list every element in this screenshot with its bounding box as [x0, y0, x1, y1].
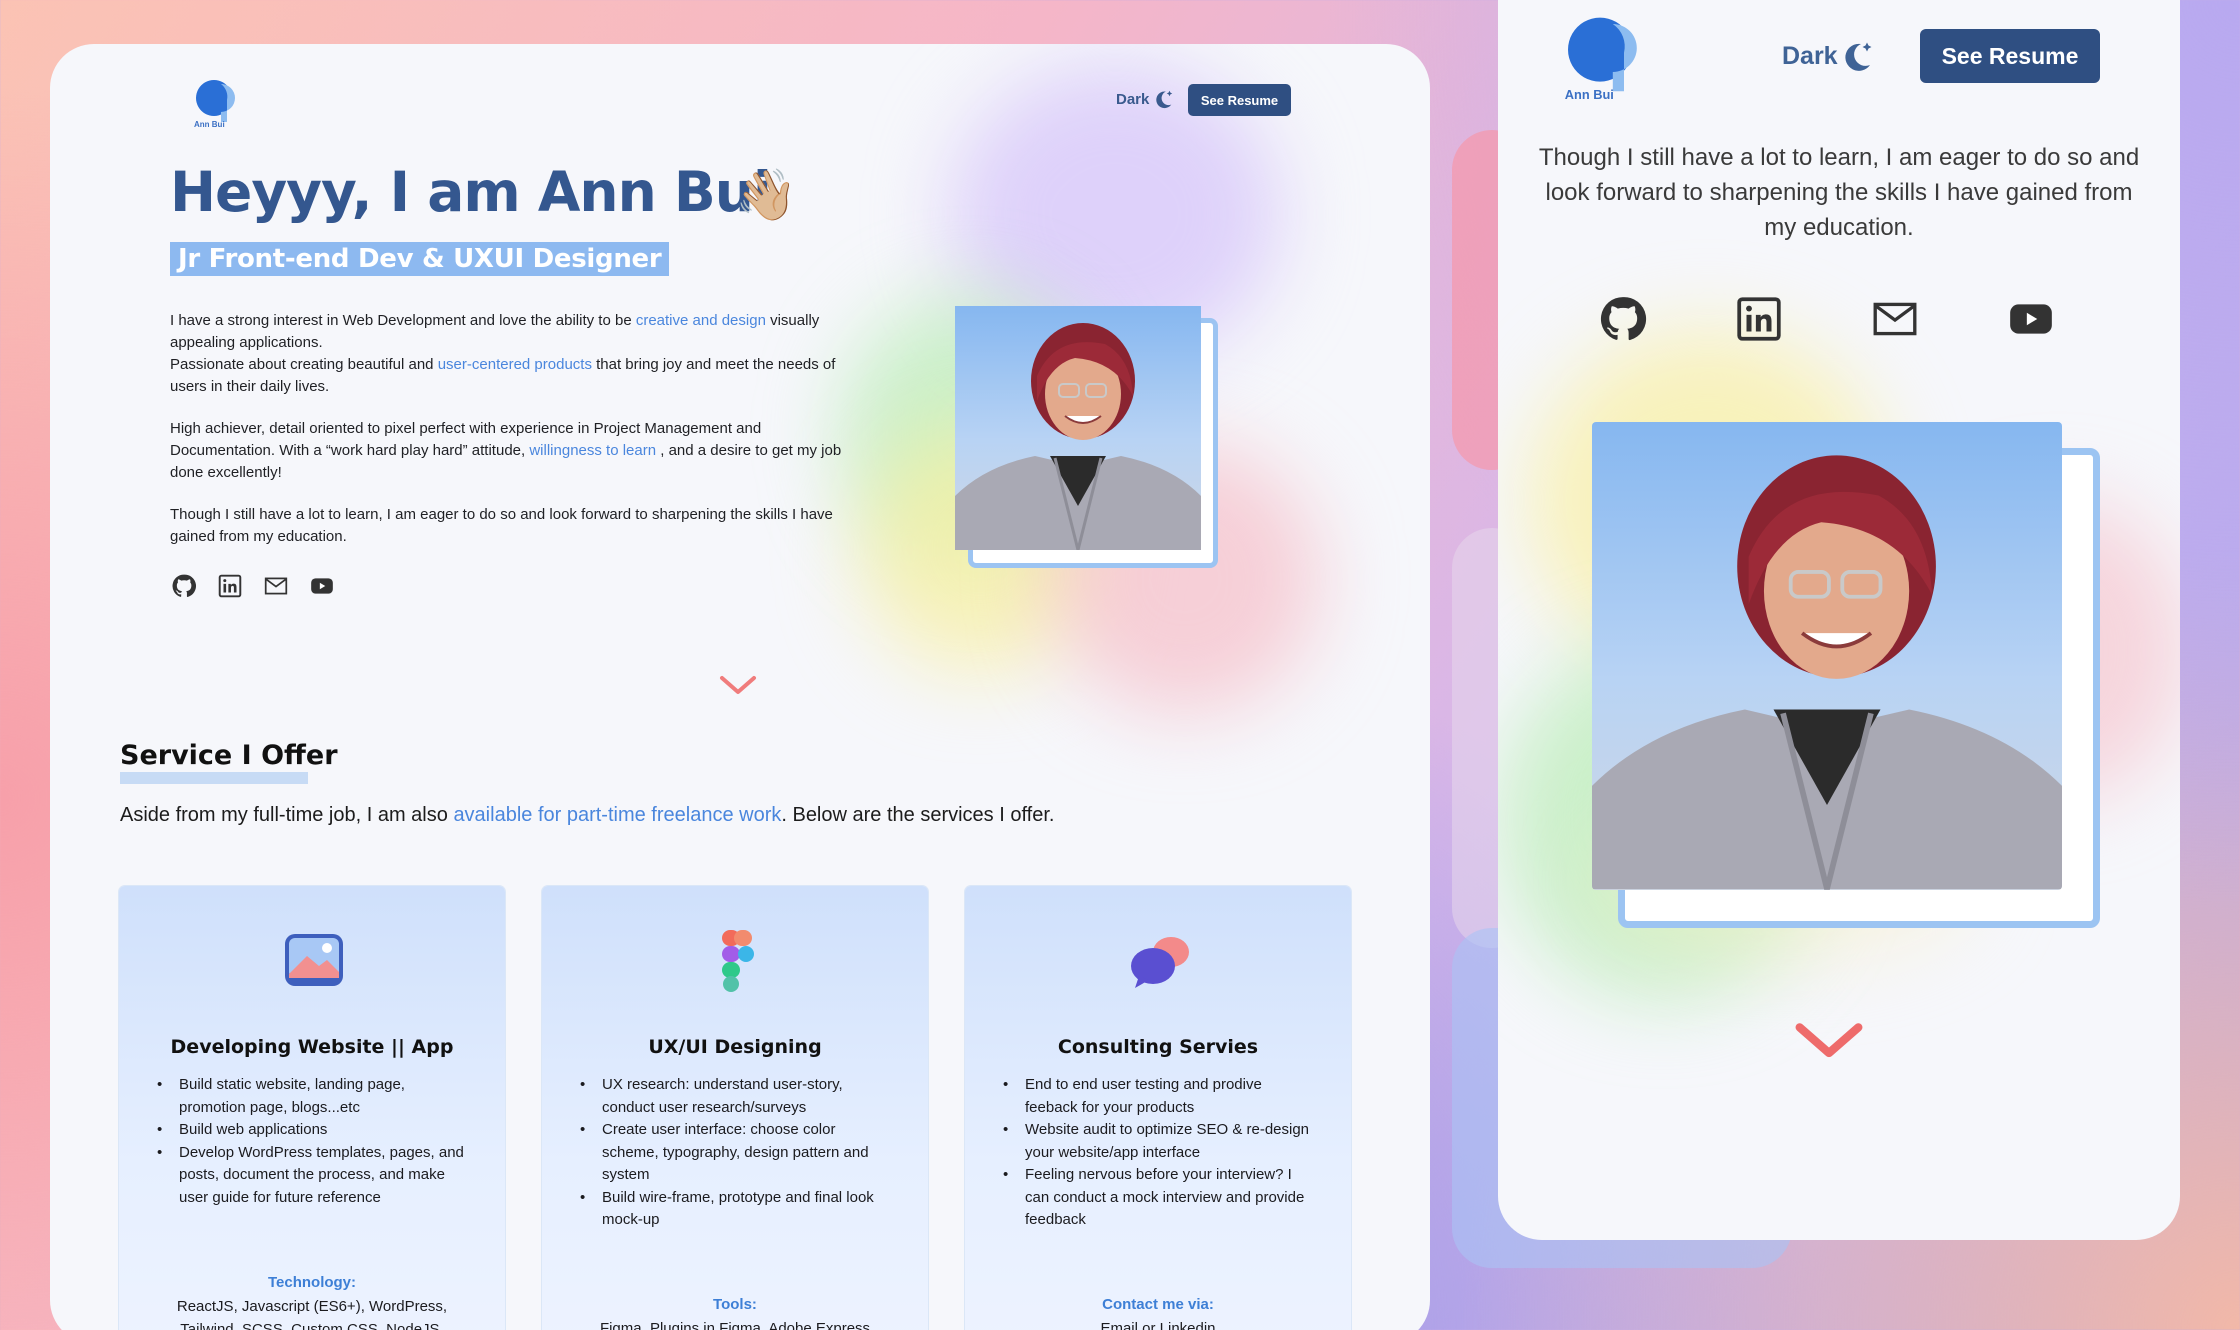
service-card-title: Consulting Servies: [1057, 1036, 1259, 1058]
services-intro-text: . Below are the services I offer.: [781, 804, 1055, 826]
service-card-title: Developing Website || App: [170, 1036, 454, 1058]
dark-mode-label: Dark: [1782, 41, 1838, 70]
section-title-highlight: [120, 772, 308, 784]
scroll-down-chevron-icon[interactable]: [1792, 1020, 1866, 1064]
github-icon: [1600, 297, 1647, 341]
image-gallery-icon: [285, 934, 343, 986]
service-bullet: End to end user testing and prodive feeb…: [1003, 1074, 1311, 1119]
mail-icon: [264, 577, 288, 595]
service-bullet: Build wire-frame, prototype and final lo…: [580, 1187, 888, 1232]
service-bullet: Website audit to optimize SEO & re-desig…: [1003, 1119, 1311, 1164]
services-intro-text: Aside from my full-time job, I am also: [120, 804, 454, 826]
youtube-link[interactable]: [2006, 294, 2056, 344]
willingness-link[interactable]: willingness to learn: [529, 442, 656, 459]
wave-emoji-icon: 👋🏼: [735, 166, 798, 224]
github-link[interactable]: [1598, 294, 1648, 344]
social-links: [170, 572, 336, 600]
moon-icon: [1156, 90, 1173, 109]
service-bullets: End to end user testing and prodive feeb…: [1003, 1074, 1311, 1232]
service-bullet: Build static website, landing page, prom…: [157, 1074, 465, 1119]
service-label: Tools:: [713, 1296, 757, 1313]
youtube-icon: [311, 578, 333, 594]
desktop-preview: Ann Bui Dark See Resume Heyyy, I am Ann …: [50, 44, 1430, 1330]
service-bullets: UX research: understand user-story, cond…: [580, 1074, 888, 1232]
logo-icon[interactable]: Ann Bui: [184, 72, 244, 132]
linkedin-link[interactable]: [216, 572, 244, 600]
service-label: Technology:: [267, 1274, 357, 1291]
mail-icon: [1873, 302, 1917, 336]
creative-design-link[interactable]: creative and design: [636, 312, 766, 329]
about-text: I have a strong interest in Web Developm…: [170, 310, 860, 568]
linkedin-icon: [1737, 297, 1781, 341]
service-bullet: Develop WordPress templates, pages, and …: [157, 1142, 465, 1210]
social-links: [1598, 294, 2056, 344]
github-link[interactable]: [170, 572, 198, 600]
about-text-segment: Passionate about creating beautiful and: [170, 356, 438, 373]
see-resume-button[interactable]: See Resume: [1920, 29, 2100, 83]
portrait-illustration: [1592, 455, 2062, 890]
figma-icon: [722, 930, 754, 992]
dark-mode-toggle[interactable]: Dark: [1116, 88, 1175, 110]
service-card-uxui: UX/UI Designing UX research: understand …: [542, 886, 928, 1330]
profile-photo: [955, 306, 1201, 550]
services-intro: Aside from my full-time job, I am also a…: [120, 804, 1054, 827]
about-paragraph: High achiever, detail oriented to pixel …: [170, 418, 860, 484]
service-value: ReactJS, Javascript (ES6+), WordPress, T…: [176, 1298, 448, 1330]
service-bullet: UX research: understand user-story, cond…: [580, 1074, 888, 1119]
about-paragraph: Though I still have a lot to learn, I am…: [170, 506, 833, 545]
portrait-illustration: [955, 323, 1201, 550]
service-value: Figma, Plugins in Figma, Adobe Express: [599, 1320, 871, 1330]
dark-mode-label: Dark: [1116, 90, 1150, 108]
logo-icon[interactable]: Ann Bui: [1552, 8, 1648, 104]
email-link[interactable]: [262, 572, 290, 600]
profile-photo: [1592, 422, 2062, 890]
mobile-preview: Ann Bui Dark See Resume Though I still h…: [1498, 0, 2180, 1240]
scroll-down-chevron-icon[interactable]: [718, 674, 758, 698]
service-card-title: UX/UI Designing: [648, 1036, 822, 1058]
services-title: Service I Offer: [120, 740, 338, 771]
hero-role: Jr Front-end Dev & UXUI Designer: [170, 242, 670, 276]
user-centered-link[interactable]: user-centered products: [438, 356, 592, 373]
youtube-icon: [2010, 304, 2052, 334]
service-bullets: Build static website, landing page, prom…: [157, 1074, 465, 1209]
email-link[interactable]: [1870, 294, 1920, 344]
logo-text: Ann Bui: [194, 120, 225, 129]
dark-mode-toggle[interactable]: Dark: [1782, 38, 1876, 74]
mobile-about-text: Though I still have a lot to learn, I am…: [1538, 144, 2140, 241]
service-card-consulting: Consulting Servies End to end user testi…: [965, 886, 1351, 1330]
freelance-link[interactable]: available for part-time freelance work: [453, 804, 781, 826]
service-bullet: Feeling nervous before your interview? I…: [1003, 1164, 1311, 1232]
chat-bubbles-icon: [1131, 937, 1189, 988]
hero-greeting: Heyyy, I am Ann Bui: [170, 160, 772, 224]
github-icon: [172, 574, 197, 597]
youtube-link[interactable]: [308, 572, 336, 600]
linkedin-link[interactable]: [1734, 294, 1784, 344]
service-label: Contact me via:: [1102, 1296, 1214, 1313]
service-card-web: Developing Website || App Build static w…: [119, 886, 505, 1330]
about-text-segment: I have a strong interest in Web Developm…: [170, 312, 636, 329]
service-value: Email or Linkedin: [1100, 1320, 1216, 1330]
about-paragraph: I have a strong interest in Web Developm…: [170, 310, 860, 398]
moon-icon: [1844, 42, 1872, 71]
see-resume-button[interactable]: See Resume: [1188, 84, 1291, 116]
service-bullet: Build web applications: [157, 1119, 465, 1142]
service-bullet: Create user interface: choose color sche…: [580, 1119, 888, 1187]
linkedin-icon: [218, 574, 242, 598]
logo-text: Ann Bui: [1565, 87, 1614, 102]
